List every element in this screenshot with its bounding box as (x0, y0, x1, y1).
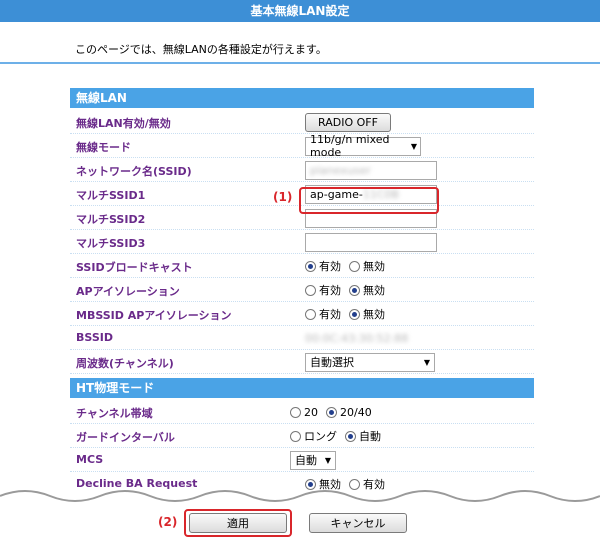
row-bssid: BSSID 00:0C:43:30:52:88 (70, 326, 534, 350)
ssid-label: ネットワーク名(SSID) (76, 165, 192, 178)
row-channel: 周波数(チャンネル) 自動選択 ▼ (70, 350, 534, 374)
section-header-wireless: 無線LAN (70, 88, 534, 108)
broadcast-disable-radio[interactable]: 無効 (349, 258, 385, 274)
mode-label: 無線モード (76, 141, 131, 154)
wireless-mode-value: 11b/g/n mixed mode (310, 133, 390, 159)
ap-isolation-label: APアイソレーション (76, 285, 180, 298)
multi-ssid3-input[interactable] (305, 232, 437, 252)
bandwidth-20-40-radio[interactable]: 20/40 (326, 406, 372, 419)
divider (0, 62, 600, 64)
mbssid-label: MBSSID APアイソレーション (76, 309, 232, 322)
cancel-button[interactable]: キャンセル (309, 513, 407, 533)
mcs-label: MCS (76, 453, 104, 466)
mcs-value: 自動 (295, 454, 317, 467)
guard-label: ガードインターバル (76, 431, 175, 444)
row-multi-ssid3: マルチSSID3 (70, 230, 534, 254)
annotation-box-1 (299, 187, 439, 214)
wireless-mode-select[interactable]: 11b/g/n mixed mode ▼ (305, 133, 421, 159)
channel-select[interactable]: 自動選択 ▼ (305, 352, 435, 372)
broadcast-enable-radio[interactable]: 有効 (305, 258, 341, 274)
ap-isolation-disable-radio[interactable]: 無効 (349, 282, 385, 298)
row-guard: ガードインターバル ロング 自動 (70, 424, 534, 448)
chevron-down-icon: ▼ (410, 141, 418, 151)
ap-isolation-enable-radio[interactable]: 有効 (305, 282, 341, 298)
ssid-value: planexuser (310, 163, 371, 177)
multi-ssid1-label: マルチSSID1 (76, 189, 146, 202)
row-ssid: ネットワーク名(SSID) planexuser (70, 158, 534, 182)
broadcast-label: SSIDブロードキャスト (76, 261, 193, 274)
annotation-2: (2) (158, 515, 178, 529)
radio-off-button[interactable]: RADIO OFF (305, 112, 391, 132)
row-mcs: MCS 自動 ▼ (70, 448, 534, 472)
chevron-down-icon: ▼ (324, 455, 332, 465)
page-title: 基本無線LAN設定 (0, 0, 600, 22)
mbssid-enable-radio[interactable]: 有効 (305, 306, 341, 322)
multi-ssid2-label: マルチSSID2 (76, 213, 146, 226)
bssid-value: 00:0C:43:30:52:88 (305, 331, 409, 345)
radio-label: 無線LAN有効/無効 (76, 117, 171, 130)
bandwidth-label: チャンネル帯域 (76, 407, 153, 420)
chevron-down-icon: ▼ (423, 357, 431, 367)
row-ap-isolation: APアイソレーション 有効 無効 (70, 278, 534, 302)
bssid-label: BSSID (76, 331, 113, 344)
row-bandwidth: チャンネル帯域 20 20/40 (70, 400, 534, 424)
guard-long-radio[interactable]: ロング (290, 428, 337, 444)
channel-value: 自動選択 (310, 356, 354, 369)
bandwidth-20-radio[interactable]: 20 (290, 406, 318, 419)
guard-auto-radio[interactable]: 自動 (345, 428, 381, 444)
apply-button[interactable]: 適用 (189, 513, 287, 533)
ssid-input[interactable]: planexuser (305, 160, 437, 180)
row-mode: 無線モード 11b/g/n mixed mode ▼ (70, 133, 534, 159)
row-mbssid: MBSSID APアイソレーション 有効 無効 (70, 302, 534, 326)
channel-label: 周波数(チャンネル) (76, 357, 174, 370)
mcs-select[interactable]: 自動 ▼ (290, 450, 336, 470)
annotation-1: (1) (273, 190, 293, 204)
multi-ssid3-label: マルチSSID3 (76, 237, 146, 250)
wave-divider (0, 490, 600, 502)
page-intro: このページでは、無線LANの各種設定が行えます。 (75, 43, 327, 56)
row-broadcast: SSIDブロードキャスト 有効 無効 (70, 254, 534, 278)
mbssid-disable-radio[interactable]: 無効 (349, 306, 385, 322)
row-radio: 無線LAN有効/無効 RADIO OFF (70, 110, 534, 134)
section-header-ht: HT物理モード (70, 378, 534, 398)
